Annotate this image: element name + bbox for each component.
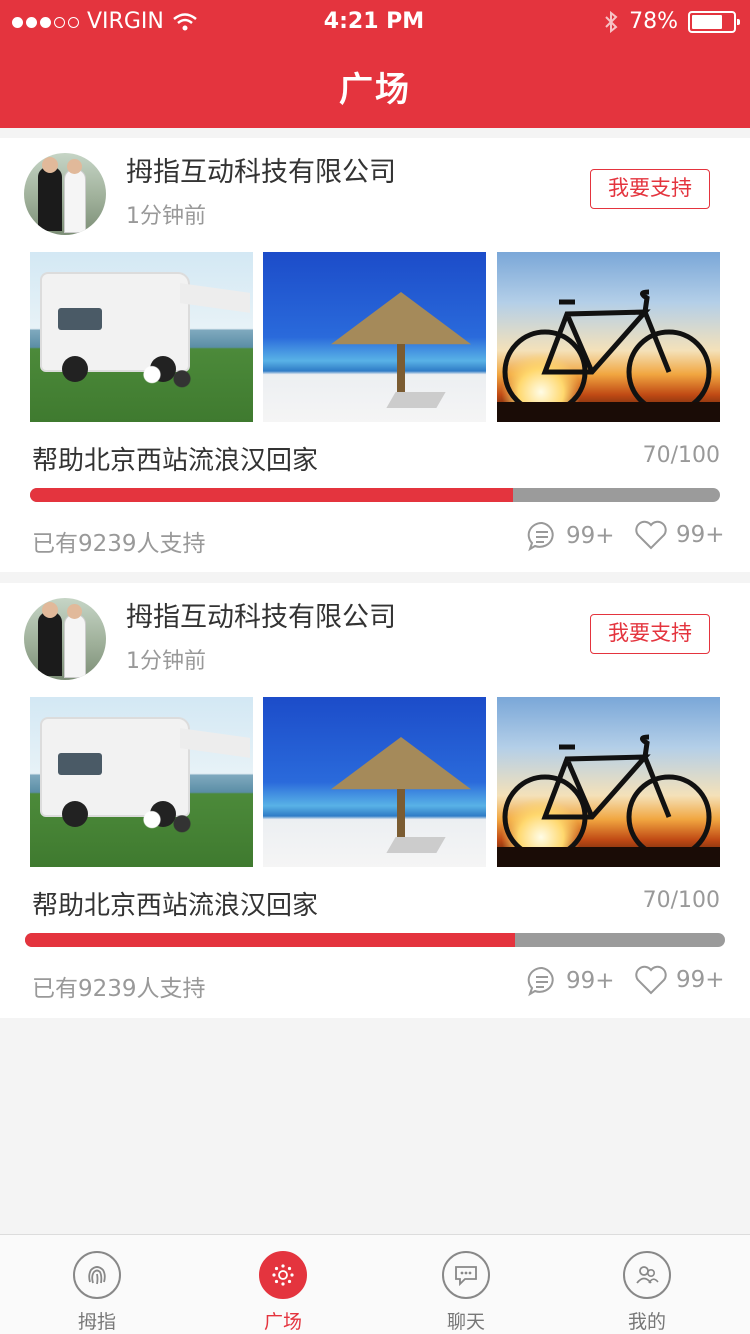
tab-mine[interactable]: 我的: [587, 1251, 707, 1334]
tab-chat[interactable]: 聊天: [406, 1251, 526, 1334]
progress-bar: [30, 488, 720, 502]
comment-icon: [527, 521, 554, 552]
cause-title[interactable]: 帮助北京西站流浪汉回家: [32, 440, 318, 477]
fingerprint-icon: [73, 1251, 121, 1299]
comment-button[interactable]: 99+: [526, 520, 615, 552]
cause-title[interactable]: 帮助北京西站流浪汉回家: [32, 885, 318, 922]
tab-bar: 拇指 广场 聊天 我的: [0, 1234, 750, 1334]
supporters-count: 已有9239人支持: [32, 976, 206, 1002]
support-button[interactable]: 我要支持: [590, 614, 710, 654]
post-photo-bicycle[interactable]: [497, 697, 720, 867]
like-count: 99+: [676, 522, 725, 548]
tab-label: 广场: [263, 1311, 302, 1333]
like-button[interactable]: 99+: [634, 520, 725, 550]
post-time: 1分钟前: [126, 204, 206, 229]
comment-count: 99+: [566, 968, 615, 994]
supporters-count: 已有9239人支持: [32, 531, 206, 557]
post-photo-rv[interactable]: [30, 252, 253, 422]
progress-ratio: 70/100: [642, 888, 720, 913]
post-photo-beach[interactable]: [263, 697, 486, 867]
comment-button[interactable]: 99+: [526, 965, 615, 997]
users-icon: [623, 1251, 671, 1299]
post-card[interactable]: 拇指互动科技有限公司 1分钟前 我要支持 帮助北京西站流浪汉回家 70/100 …: [0, 138, 750, 572]
post-time: 1分钟前: [126, 649, 206, 674]
tab-label: 我的: [627, 1311, 666, 1333]
heart-icon: [635, 520, 667, 550]
post-photo-beach[interactable]: [263, 252, 486, 422]
avatar[interactable]: [24, 598, 106, 680]
tab-label: 拇指: [77, 1311, 116, 1333]
comment-count: 99+: [566, 523, 615, 549]
like-count: 99+: [676, 967, 725, 993]
bluetooth-icon: [605, 10, 618, 34]
avatar[interactable]: [24, 153, 106, 235]
heart-icon: [635, 965, 667, 995]
post-photo-bicycle[interactable]: [497, 252, 720, 422]
like-button[interactable]: 99+: [634, 965, 725, 995]
company-name[interactable]: 拇指互动科技有限公司: [126, 150, 396, 189]
battery-icon: [688, 11, 740, 33]
tab-label: 聊天: [446, 1311, 485, 1333]
battery-percent: 78%: [629, 9, 678, 34]
support-button[interactable]: 我要支持: [590, 169, 710, 209]
status-bar: VIRGIN 4:21 PM 78%: [12, 8, 740, 36]
post-photo-rv[interactable]: [30, 697, 253, 867]
progress-bar: [25, 933, 725, 947]
post-card[interactable]: 拇指互动科技有限公司 1分钟前 我要支持 帮助北京西站流浪汉回家 70/100 …: [0, 583, 750, 1018]
plaza-icon: [259, 1251, 307, 1299]
tab-plaza[interactable]: 广场: [223, 1251, 343, 1334]
app-header: VIRGIN 4:21 PM 78% 广场: [0, 0, 750, 128]
comment-icon: [527, 966, 554, 997]
tab-thumb[interactable]: 拇指: [37, 1251, 157, 1334]
progress-ratio: 70/100: [642, 443, 720, 468]
page-title: 广场: [339, 70, 411, 110]
company-name[interactable]: 拇指互动科技有限公司: [126, 595, 396, 634]
chat-icon: [442, 1251, 490, 1299]
